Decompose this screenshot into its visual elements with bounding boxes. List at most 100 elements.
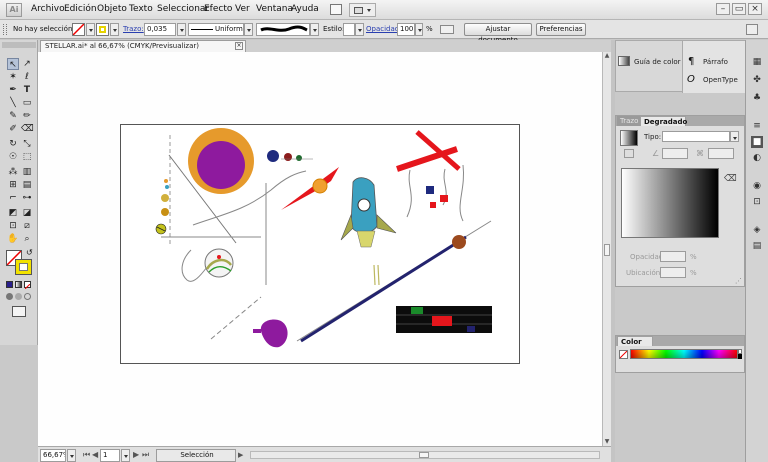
maximize-button[interactable]: ▭ [732,3,746,15]
current-tool-display[interactable]: Selección [156,449,236,462]
bridge-icon[interactable] [330,4,342,15]
color-spectrum[interactable] [630,349,738,359]
style-swatch[interactable] [343,23,355,36]
draw-inside-icon[interactable] [24,293,31,300]
color-mode-icon[interactable] [6,281,13,288]
magic-wand-icon[interactable]: ✶ [7,71,19,83]
gradient-panel-icon[interactable]: ■ [751,136,763,148]
zoom-dropdown[interactable] [67,449,76,462]
brushes-icon[interactable]: ✤ [751,74,763,86]
gradient-mode-icon[interactable] [15,281,22,288]
live-paint-icon[interactable]: ◩ [7,207,19,219]
blob-brush-icon[interactable]: ✐ [7,123,19,135]
selection-tool-icon[interactable]: ↖ [7,58,19,70]
swap-colors-icon[interactable]: ↺ [26,248,33,257]
mesh-tool-icon[interactable]: ⊞ [7,179,19,191]
stroke-weight-dropdown[interactable] [177,23,186,36]
color-guide-label[interactable]: Guía de color [634,58,681,66]
stroke-panel-icon[interactable]: ≡ [751,120,763,132]
workspace-switcher-button[interactable] [349,3,376,17]
stroke-swatch[interactable] [96,23,109,36]
prev-page-icon[interactable]: ◀ [92,450,98,459]
panel-menu-icon[interactable] [746,24,758,35]
menu-ventana[interactable]: Ventana [256,4,293,14]
tab-color[interactable]: Color [617,336,653,346]
blend-tool-icon[interactable]: ⊶ [21,192,33,204]
artboards-icon[interactable]: ▤ [751,240,763,252]
close-tab-icon[interactable]: × [235,42,243,50]
brush-definition-select[interactable] [256,23,310,36]
stroke-color-icon[interactable] [15,259,32,275]
symbol-sprayer-icon[interactable]: ⁂ [7,166,19,178]
scroll-thumb[interactable] [604,244,610,256]
stop-opacity-field[interactable] [660,251,686,262]
next-page-icon[interactable]: ▶ [133,450,139,459]
type-tool-icon[interactable]: T [21,84,33,96]
adjust-document-button[interactable]: Ajustar documento [464,23,532,44]
symbols-icon[interactable]: ♣ [751,92,763,104]
artboard-tool-icon[interactable]: ⊡ [7,220,19,232]
menu-ver[interactable]: Ver [235,4,250,14]
preferences-button[interactable]: Preferencias [536,23,586,36]
vertical-scrollbar[interactable]: ▲ ▼ [602,52,611,446]
menu-texto[interactable]: Texto [129,4,153,14]
scroll-up-icon[interactable]: ▲ [603,52,611,60]
paintbrush-icon[interactable]: ✎ [7,110,19,122]
rotate-icon[interactable]: ↻ [7,138,19,150]
opentype-icon[interactable]: O [687,74,695,85]
gradient-type-dropdown[interactable] [730,131,739,142]
hand-tool-icon[interactable]: ✋ [7,233,19,245]
status-arrow-icon[interactable]: ▶ [238,451,243,459]
free-transform-icon[interactable]: ⬚ [21,151,33,163]
appearance-icon[interactable]: ◉ [751,180,763,192]
draw-normal-icon[interactable] [6,293,13,300]
minimize-button[interactable]: – [716,3,730,15]
stroke-label[interactable]: Trazo: [123,25,144,33]
warp-icon[interactable]: ☉ [7,151,19,163]
page-dropdown[interactable] [121,449,130,462]
pen-tool-icon[interactable]: ✒ [7,84,19,96]
paragraph-label[interactable]: Párrafo [703,58,728,66]
screen-mode-icon[interactable] [12,306,26,317]
artboard[interactable] [120,124,520,364]
menu-edicion[interactable]: Edición [64,4,97,14]
h-scroll-thumb[interactable] [419,452,429,458]
transparency-icon[interactable]: ◐ [751,152,763,164]
stop-location-field[interactable] [660,267,686,278]
direct-selection-tool-icon[interactable]: ↗ [21,58,33,70]
none-mode-icon[interactable] [24,281,31,290]
stroke-dropdown[interactable] [110,23,119,36]
eyedropper-icon[interactable]: ⌐ [7,192,19,204]
first-page-icon[interactable]: ⏮ [83,450,90,460]
graphic-styles-icon[interactable]: ⊡ [751,196,763,208]
none-color-icon[interactable] [619,350,628,359]
gradient-type-select[interactable] [662,131,730,142]
paragraph-icon[interactable]: ¶ [688,56,694,67]
last-page-icon[interactable]: ⏭ [142,450,149,460]
stroke-profile-dropdown[interactable] [244,23,253,36]
tab-stroke[interactable]: Trazo [617,116,642,126]
style-dropdown[interactable] [355,23,364,36]
stroke-weight-field[interactable]: 0,035 [144,23,176,36]
opentype-label[interactable]: OpenType [703,76,738,84]
document-tab[interactable]: STELLAR.ai* al 66,67% (CMYK/Previsualiza… [40,40,246,52]
color-guide-icon[interactable] [618,56,630,66]
zoom-field[interactable]: 66,67% [40,449,66,462]
menu-efecto[interactable]: Efecto [204,4,232,14]
graph-tool-icon[interactable]: ▥ [21,166,33,178]
resize-grip-icon[interactable]: ⋰ [735,277,742,285]
menu-ayuda[interactable]: Ayuda [291,4,319,14]
lasso-icon[interactable]: ℓ [21,71,33,83]
line-tool-icon[interactable]: ╲ [7,97,19,109]
trash-icon[interactable]: ⌫ [724,174,737,184]
angle-field[interactable] [662,148,688,159]
horizontal-scrollbar[interactable] [250,451,600,459]
menu-seleccionar[interactable]: Seleccionar [157,4,209,14]
menu-archivo[interactable]: Archivo [31,4,65,14]
swatches-icon[interactable]: ▦ [751,56,763,68]
black-swatch[interactable] [738,354,742,359]
slice-tool-icon[interactable]: ⧄ [21,220,33,232]
tab-gradient[interactable]: Degradado [640,116,687,126]
scale-icon[interactable]: ⤡ [21,138,33,150]
pencil-icon[interactable]: ✏ [21,110,33,122]
